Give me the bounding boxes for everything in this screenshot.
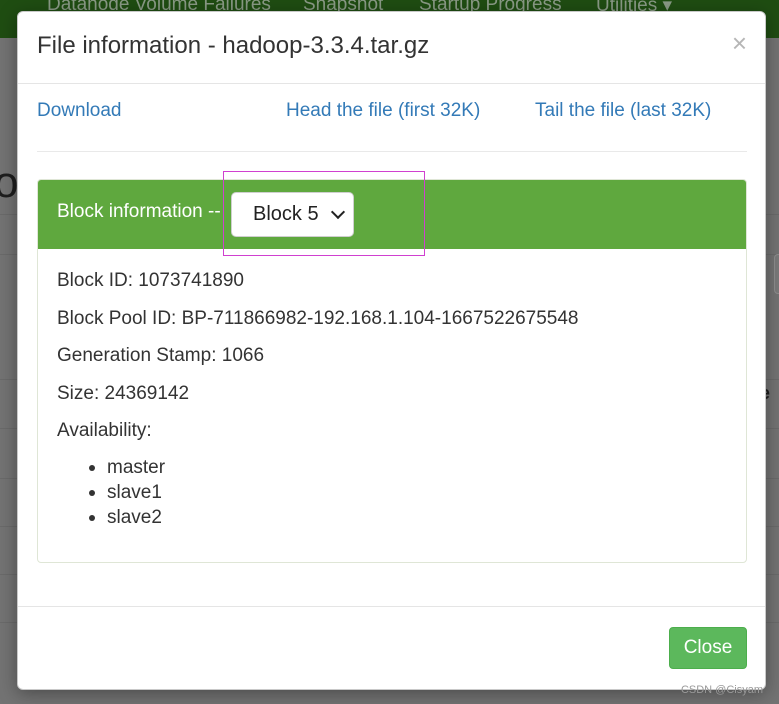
modal-footer-divider (18, 606, 765, 607)
list-item: master (57, 455, 165, 480)
close-icon[interactable]: × (732, 28, 747, 58)
background-input (774, 254, 779, 294)
block-info-label: Block information -- (57, 201, 221, 222)
modal-header-divider (18, 83, 765, 84)
file-actions: Download Head the file (first 32K) Tail … (37, 100, 747, 128)
availability-list: master slave1 slave2 (57, 455, 165, 530)
file-info-modal: File information - hadoop-3.3.4.tar.gz ×… (17, 11, 766, 690)
bullet-icon (89, 515, 95, 521)
block-info-heading: Block information -- Block 5 (38, 171, 746, 256)
watermark: CSDN @Cisyam (680, 684, 763, 696)
download-link[interactable]: Download (37, 100, 122, 122)
modal-title: File information - hadoop-3.3.4.tar.gz (37, 32, 430, 59)
list-item: slave2 (57, 505, 165, 530)
block-id: Block ID: 1073741890 (57, 270, 244, 291)
block-pool-id: Block Pool ID: BP-711866982-192.168.1.10… (57, 308, 579, 329)
generation-stamp: Generation Stamp: 1066 (57, 345, 265, 366)
availability-host: master (107, 457, 166, 478)
bullet-icon (89, 490, 95, 496)
head-file-link[interactable]: Head the file (first 32K) (286, 100, 480, 122)
availability-label: Availability: (57, 420, 152, 441)
block-size: Size: 24369142 (57, 383, 190, 404)
tail-file-link[interactable]: Tail the file (last 32K) (535, 100, 711, 122)
links-divider (37, 151, 747, 152)
list-item: slave1 (57, 480, 165, 505)
annotation-highlight-box (223, 171, 425, 256)
close-button[interactable]: Close (669, 627, 747, 669)
availability-host: slave1 (107, 482, 162, 503)
bullet-icon (89, 465, 95, 471)
block-info-panel: Block information -- Block 5 Block ID: 1… (37, 171, 747, 563)
availability-host: slave2 (107, 507, 162, 528)
